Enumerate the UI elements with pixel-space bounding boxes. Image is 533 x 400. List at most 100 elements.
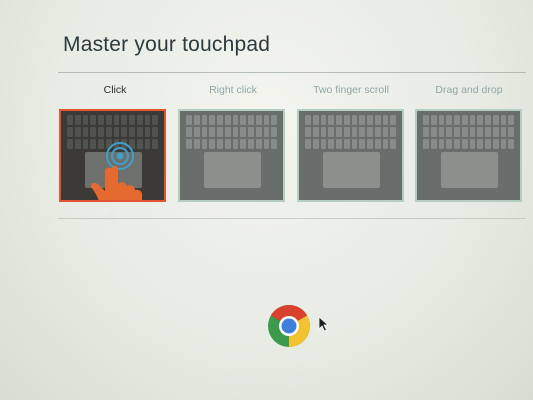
keyboard-key [328,115,334,125]
keyboard-key [121,115,127,125]
keyboard-key [90,115,96,125]
keyboard-key [336,139,342,149]
keyboard-key [485,127,491,137]
keyboard-key [461,127,468,137]
keyboard-key [248,139,254,149]
keyboard-key [328,127,334,137]
tab-two-finger-scroll[interactable]: Two finger scroll [296,84,406,96]
keyboard-key [477,139,483,149]
keyboard-key [217,115,223,125]
keyboard-key [67,115,73,125]
keyboard-key [240,127,246,137]
keyboard-key [240,139,246,149]
keyboard-key [201,127,208,137]
keyboard-key [136,115,143,125]
keyboard-key [152,127,158,137]
tab-right-click[interactable]: Right click [178,84,288,96]
right-click-card[interactable] [178,109,285,202]
touchpad-illustration [204,152,261,188]
keyboard-key [90,127,96,137]
keyboard-key [461,139,468,149]
keyboard-key [224,139,231,149]
two-finger-scroll-card[interactable] [297,109,404,202]
keyboard-key [224,115,231,125]
keyboard-key [374,139,381,149]
keyboard-key [351,115,358,125]
keyboard-key [82,115,89,125]
keyboard-key [144,127,151,137]
keyboard-key [232,115,239,125]
keyboard-key [240,115,246,125]
keyboard-key [98,139,104,149]
keyboard-key [500,139,507,149]
keyboard-key [343,127,350,137]
keyboard-key [263,139,270,149]
keyboard-key [438,139,445,149]
keyboard-key [209,115,215,125]
keyboard-key [74,127,81,137]
keyboard-key [193,139,200,149]
keyboard-key [255,127,262,137]
keyboard-key [454,127,460,137]
keyboard-key [186,127,192,137]
keyboard-key [382,115,389,125]
keyboard-key [248,127,254,137]
keyboard-key [105,115,112,125]
keyboard-key [217,139,223,149]
keyboard-key [136,139,143,149]
keyboard-key [201,115,208,125]
keyboard-key [305,139,311,149]
keyboard-key [152,139,158,149]
keyboard-key [217,127,223,137]
keyboard-key [201,139,208,149]
keyboard-key [492,139,499,149]
keyboard-key [263,115,270,125]
keyboard-key [446,127,452,137]
keyboard-key [367,127,373,137]
keyboard-key [438,115,445,125]
keyboard-key [454,139,460,149]
keyboard-key [74,115,81,125]
keyboard-key [382,139,389,149]
keyboard-key [492,115,499,125]
keyboard-key [255,115,262,125]
keyboard-key [461,115,468,125]
keyboard-key [367,115,373,125]
keyboard-key [390,139,396,149]
keyboard-key [305,127,311,137]
keyboard-key [98,127,104,137]
keyboard-key [113,127,120,137]
keyboard-key [446,115,452,125]
keyboard-key [186,139,192,149]
keyboard-key [469,115,476,125]
keyboard-key [374,115,381,125]
keyboard-key [105,127,112,137]
keyboard-key [359,127,365,137]
tab-click[interactable]: Click [60,84,170,96]
keyboard-key [430,115,437,125]
keyboard-key [423,139,429,149]
tab-drag-and-drop[interactable]: Drag and drop [414,84,524,96]
keyboard-key [359,139,365,149]
keyboard-key [224,127,231,137]
keyboard-key [255,139,262,149]
keyboard-key [320,127,327,137]
keyboard-key [508,115,514,125]
drag-and-drop-card[interactable] [415,109,522,202]
keyboard-key [271,139,277,149]
keyboard-illustration [186,115,277,149]
header-divider [58,72,526,73]
keyboard-key [129,115,135,125]
keyboard-key [152,115,158,125]
keyboard-key [359,115,365,125]
keyboard-key [312,127,319,137]
keyboard-key [508,139,514,149]
click-card[interactable] [59,109,166,202]
page-title: Master your touchpad [63,33,271,56]
content-divider [58,218,526,219]
keyboard-illustration [305,115,396,149]
keyboard-key [485,139,491,149]
keyboard-key [144,139,151,149]
chrome-icon [268,304,311,347]
keyboard-key [508,127,514,137]
